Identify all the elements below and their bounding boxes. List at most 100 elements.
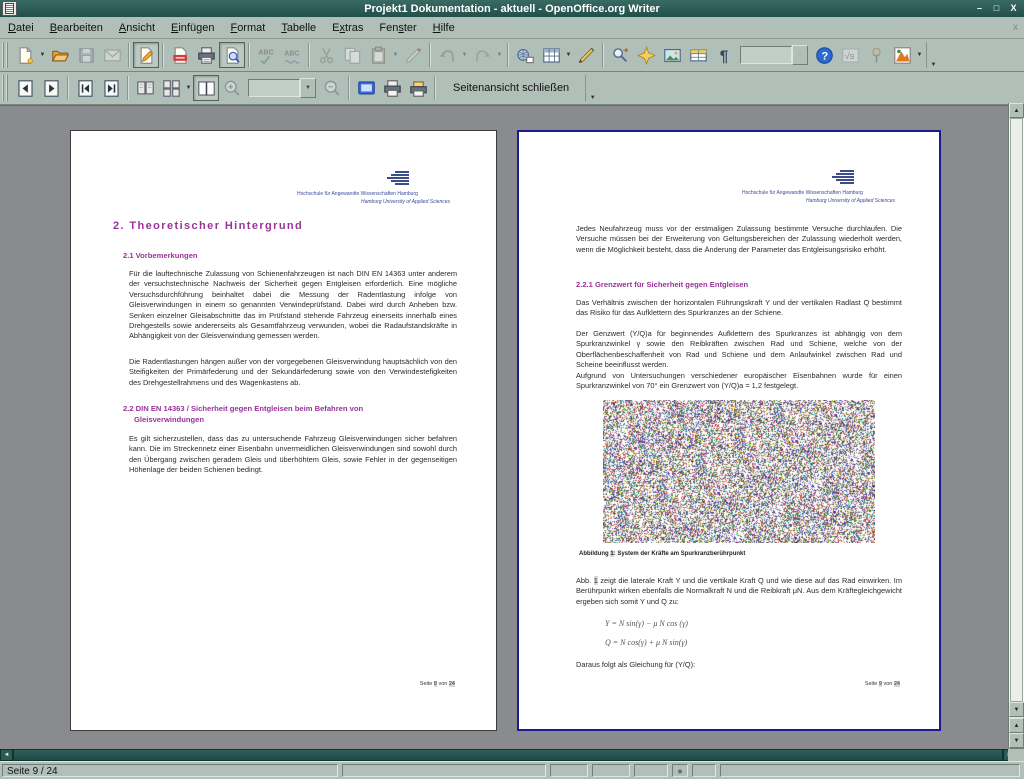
auto-spellcheck-button[interactable]: ABC — [279, 42, 305, 68]
redo-arrow-icon — [473, 46, 492, 65]
redo-button[interactable] — [469, 42, 495, 68]
menu-einfuegen[interactable]: Einfügen — [163, 20, 222, 36]
multiple-pages-button[interactable] — [158, 75, 184, 101]
media-gallery-button[interactable] — [889, 42, 915, 68]
undo-dropdown[interactable]: ▼ — [460, 42, 469, 68]
multiple-pages-dropdown[interactable]: ▼ — [184, 75, 193, 101]
status-page-indicator[interactable]: Seite 9 / 24 — [2, 764, 338, 777]
table-icon — [542, 46, 561, 65]
media-dropdown[interactable]: ▼ — [915, 42, 924, 68]
format-paintbrush-button[interactable] — [400, 42, 426, 68]
data-sources-button[interactable] — [685, 42, 711, 68]
open-button[interactable] — [47, 42, 73, 68]
paragraph: Daraus folgt als Gleichung für (Y/Q): — [576, 660, 902, 670]
vertical-scroll-track[interactable] — [1009, 118, 1024, 702]
navigator-button[interactable] — [633, 42, 659, 68]
toolbar-grip[interactable] — [2, 42, 10, 68]
table-dropdown[interactable]: ▼ — [564, 42, 573, 68]
preview-zoom-combo: ▼ — [248, 78, 316, 98]
toolbar-separator — [348, 76, 350, 100]
cut-button[interactable] — [313, 42, 339, 68]
draw-functions-button[interactable] — [573, 42, 599, 68]
hyperlink-button[interactable] — [512, 42, 538, 68]
save-button[interactable] — [73, 42, 99, 68]
menu-fenster[interactable]: Fenster — [371, 20, 424, 36]
horizontal-scrollbar[interactable]: ◄ ► — [0, 749, 1016, 761]
toolbar-overflow[interactable]: ▼ — [585, 75, 599, 101]
pin-button[interactable] — [863, 42, 889, 68]
insert-table-button[interactable] — [538, 42, 564, 68]
undo-arrow-icon — [438, 46, 457, 65]
svg-text:?: ? — [821, 50, 828, 62]
page-preview-button[interactable] — [219, 42, 245, 68]
gallery-button[interactable] — [659, 42, 685, 68]
last-page-button[interactable] — [98, 75, 124, 101]
print-button[interactable] — [193, 42, 219, 68]
menu-format[interactable]: Format — [222, 20, 273, 36]
maximize-button[interactable]: □ — [990, 2, 1003, 15]
undo-button[interactable] — [434, 42, 460, 68]
help-icon: ? — [815, 46, 834, 65]
zoom-combo-button[interactable]: · — [792, 45, 808, 65]
status-cell[interactable] — [550, 764, 588, 777]
previous-page-button[interactable] — [12, 75, 38, 101]
print-options-button[interactable] — [405, 75, 431, 101]
spellcheck-button[interactable]: ABC — [253, 42, 279, 68]
menu-ansicht[interactable]: Ansicht — [111, 20, 163, 36]
close-button[interactable]: X — [1007, 2, 1020, 15]
edit-file-button[interactable] — [133, 42, 159, 68]
paragraph: Die Radentlastungen hängen außer von der… — [129, 357, 457, 388]
scroll-down-icon[interactable]: ▼ — [1009, 702, 1024, 717]
previous-page-scroll-icon[interactable]: ▲ — [1009, 717, 1024, 733]
menu-extras[interactable]: Extras — [324, 20, 371, 36]
new-document-button[interactable] — [12, 42, 38, 68]
status-cell[interactable] — [592, 764, 630, 777]
horizontal-scroll-thumb[interactable] — [13, 749, 1003, 761]
titlebar: Projekt1 Dokumentation - aktuell - OpenO… — [0, 0, 1024, 17]
next-page-button[interactable] — [38, 75, 64, 101]
toolbar-grip[interactable] — [2, 75, 10, 101]
preview-zoom-dropdown[interactable]: ▼ — [300, 78, 316, 98]
menu-datei[interactable]: Datei — [0, 20, 42, 36]
help-button[interactable]: ? — [811, 42, 837, 68]
find-replace-button[interactable] — [607, 42, 633, 68]
two-pages-button[interactable] — [132, 75, 158, 101]
menu-hilfe[interactable]: Hilfe — [425, 20, 463, 36]
menu-bearbeiten[interactable]: Bearbeiten — [42, 20, 111, 36]
email-button[interactable] — [99, 42, 125, 68]
status-cell[interactable] — [692, 764, 716, 777]
status-page-style[interactable] — [342, 764, 546, 777]
new-document-icon — [16, 46, 35, 65]
status-modified-indicator[interactable]: ∗ — [672, 764, 688, 777]
book-mode-button[interactable] — [193, 75, 219, 101]
first-page-button[interactable] — [72, 75, 98, 101]
vertical-scrollbar[interactable]: ▲ ▼ ▲ ▼ — [1008, 103, 1024, 749]
close-preview-button[interactable]: Seitenansicht schließen — [445, 79, 577, 97]
paste-button[interactable] — [365, 42, 391, 68]
full-screen-button[interactable] — [353, 75, 379, 101]
status-cell[interactable] — [634, 764, 668, 777]
zoom-input[interactable] — [740, 46, 792, 64]
minimize-button[interactable]: – — [973, 2, 986, 15]
export-pdf-button[interactable] — [167, 42, 193, 68]
heading-grenzwert: 2.2.1 Grenzwert für Sicherheit gegen Ent… — [576, 280, 748, 289]
next-page-scroll-icon[interactable]: ▼ — [1009, 733, 1024, 749]
vertical-scroll-thumb[interactable] — [1010, 118, 1023, 702]
status-cell[interactable] — [720, 764, 1020, 777]
zoom-in-button[interactable] — [219, 75, 245, 101]
toolbar-overflow[interactable]: ▼ — [926, 42, 940, 68]
preview-zoom-input[interactable] — [248, 79, 300, 97]
formula-button[interactable]: √s — [837, 42, 863, 68]
zoom-out-button[interactable] — [319, 75, 345, 101]
scroll-up-icon[interactable]: ▲ — [1009, 103, 1024, 118]
menu-tabelle[interactable]: Tabelle — [273, 20, 324, 36]
scroll-left-icon[interactable]: ◄ — [0, 749, 13, 761]
copy-button[interactable] — [339, 42, 365, 68]
zoom-combo: · — [740, 45, 808, 65]
document-close-icon[interactable]: x — [1013, 22, 1024, 33]
print-page-view-button[interactable] — [379, 75, 405, 101]
paste-dropdown[interactable]: ▼ — [391, 42, 400, 68]
redo-dropdown[interactable]: ▼ — [495, 42, 504, 68]
new-dropdown[interactable]: ▼ — [38, 42, 47, 68]
nonprinting-characters-button[interactable]: ¶ — [711, 42, 737, 68]
